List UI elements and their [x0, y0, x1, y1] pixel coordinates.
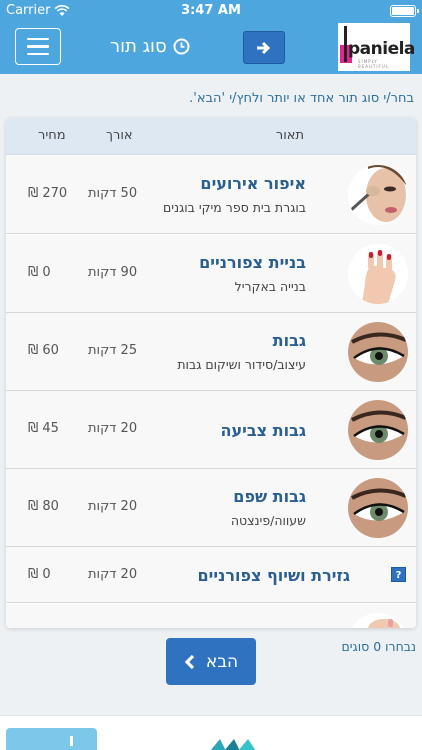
eye-image [348, 322, 408, 382]
header-price: מחיר [38, 128, 66, 143]
brand-name: paniela [348, 39, 415, 59]
hamburger-line [27, 52, 49, 56]
bottom-button-glyph [70, 736, 73, 746]
arrow-right-icon [257, 41, 271, 54]
help-icon[interactable]: ? [391, 567, 406, 582]
eye-image [348, 478, 408, 538]
next-button[interactable]: הבא [166, 638, 256, 685]
brand-tagline: SIMPLY BEAUTIFUL [358, 59, 390, 69]
app-logo-icon [210, 739, 256, 750]
instruction-text: בחר/י סוג תור אחד או יותר ולחץ/י 'הבא'. [189, 91, 414, 106]
service-description: בנייה באקריל [234, 279, 306, 294]
page-title-text: סוג תור [110, 36, 167, 57]
brand-logo: paniela SIMPLY BEAUTIFUL [338, 23, 415, 71]
service-length: 20 דקות [88, 567, 138, 582]
header-length: אורך [106, 128, 133, 143]
table-row[interactable]: גבות צביעה 20 דקות 45 ₪ [6, 391, 416, 469]
eye-image [348, 400, 408, 460]
service-length: 25 דקות [88, 343, 138, 358]
selected-count: נבחרו 0 סוגים [341, 639, 416, 654]
service-price: 45 ₪ [28, 421, 59, 436]
table-row[interactable]: גבות עיצוב/סידור ושיקום גבות 25 דקות 60 … [6, 313, 416, 391]
menu-button[interactable] [15, 28, 61, 65]
hamburger-line [27, 37, 49, 41]
nails-image [348, 244, 408, 304]
service-name: גבות צביעה [220, 421, 306, 440]
page-title: סוג תור [110, 36, 190, 57]
chevron-left-icon [184, 654, 194, 669]
service-name: בניית צפורניים [199, 253, 306, 272]
table-row[interactable]: גבות שפם שעווה/פינצטה 20 דקות 80 ₪ [6, 469, 416, 547]
service-name: גזירת ושיוף צפורניים [197, 566, 351, 585]
service-length: 20 דקות [88, 499, 138, 514]
bottom-bar [0, 715, 422, 750]
hand-image [348, 613, 408, 628]
table-row[interactable]: בניית צפורניים בנייה באקריל 90 דקות 0 ₪ [6, 235, 416, 313]
service-length: 20 דקות [88, 421, 138, 436]
logo-bar [344, 26, 347, 62]
nav-bar: סוג תור paniela SIMPLY BEAUTIFUL [0, 22, 422, 74]
service-description: שעווה/פינצטה [230, 513, 306, 528]
clock-icon [173, 38, 190, 55]
table-row[interactable] [6, 604, 416, 628]
service-price: 80 ₪ [28, 499, 59, 514]
status-bar: Carrier 3:47 AM [0, 0, 422, 22]
service-price: 0 ₪ [28, 567, 51, 582]
service-description: בוגרת בית ספר מיקי בוגנים [163, 200, 306, 215]
bottom-action-button[interactable] [6, 728, 97, 750]
next-button-label: הבא [205, 651, 239, 672]
service-length: 90 דקות [88, 265, 138, 280]
table-row[interactable]: איפור אירועים בוגרת בית ספר מיקי בוגנים … [6, 156, 416, 234]
forward-button[interactable] [243, 31, 285, 64]
service-length: 50 דקות [88, 186, 138, 201]
services-table: תאור אורך מחיר איפור אירועים בוגרת בית ס… [6, 118, 416, 628]
service-name: גבות [272, 331, 306, 350]
makeup-image [348, 165, 408, 225]
hamburger-line [27, 45, 49, 48]
table-row[interactable]: ? גזירת ושיוף צפורניים 20 דקות 0 ₪ [6, 547, 416, 603]
service-description: עיצוב/סידור ושיקום גבות [177, 357, 306, 372]
table-header: תאור אורך מחיר [6, 118, 416, 155]
battery-icon [390, 5, 419, 17]
service-name: גבות שפם [233, 487, 306, 506]
service-price: 60 ₪ [28, 343, 59, 358]
header-description: תאור [275, 128, 304, 143]
clock: 3:47 AM [181, 3, 241, 18]
service-price: 0 ₪ [28, 265, 51, 280]
service-name: איפור אירועים [200, 174, 306, 193]
service-price: 270 ₪ [28, 186, 68, 201]
